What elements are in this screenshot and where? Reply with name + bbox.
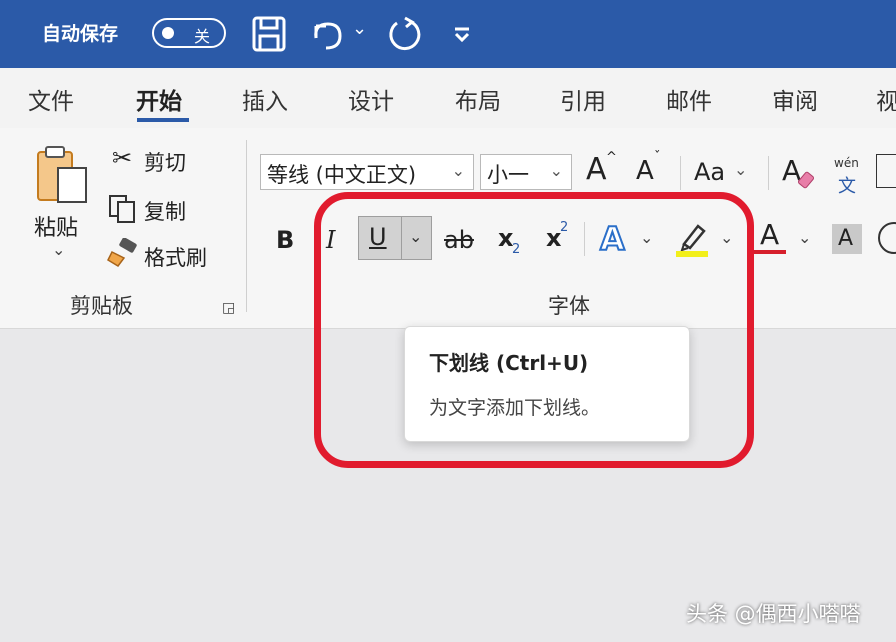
chevron-down-icon[interactable]: ⌄: [798, 228, 811, 247]
group-separator: [768, 156, 769, 190]
bold-button[interactable]: B: [276, 226, 294, 254]
font-size-combo[interactable]: 小一 ⌄: [480, 154, 572, 190]
save-icon[interactable]: [252, 16, 286, 52]
cut-button[interactable]: 剪切: [144, 147, 186, 177]
chevron-down-icon: ⌄: [549, 161, 563, 180]
tab-home[interactable]: 开始: [136, 82, 182, 116]
tab-view[interactable]: 视: [876, 82, 896, 116]
tab-references[interactable]: 引用: [560, 82, 606, 116]
copy-button[interactable]: 复制: [144, 196, 186, 226]
underline-tooltip: 下划线 (Ctrl+U) 为文字添加下划线。: [404, 326, 690, 442]
tooltip-title: 下划线 (Ctrl+U): [429, 351, 589, 375]
eraser-icon: [798, 171, 815, 189]
font-size-value: 小一: [487, 163, 529, 187]
paste-icon[interactable]: [34, 144, 90, 206]
group-separator: [246, 140, 247, 312]
group-separator: [680, 156, 681, 190]
scissors-icon[interactable]: ✂: [112, 144, 132, 172]
font-name-value: 等线 (中文正文): [267, 163, 417, 187]
phonetic-guide-icon[interactable]: 文: [838, 172, 856, 198]
autosave-label: 自动保存: [42, 23, 119, 45]
tab-layout[interactable]: 布局: [455, 82, 501, 116]
dialog-launcher-icon[interactable]: ◲: [222, 300, 235, 316]
font-color-bar: [754, 250, 786, 254]
shrink-caret-icon: ˇ: [654, 150, 661, 165]
character-shading-button[interactable]: A: [832, 224, 862, 254]
shrink-font-icon[interactable]: A: [636, 156, 654, 186]
title-bar: 自动保存 关 ⌄: [0, 0, 896, 68]
customize-quick-access-icon[interactable]: [452, 26, 472, 42]
tab-insert[interactable]: 插入: [242, 82, 288, 116]
tab-file[interactable]: 文件: [28, 82, 74, 116]
font-color-icon[interactable]: A: [760, 218, 779, 251]
paste-label[interactable]: 粘贴: [34, 210, 78, 242]
copy-icon[interactable]: [108, 194, 138, 224]
redo-icon[interactable]: [385, 14, 425, 54]
active-tab-indicator: [137, 118, 189, 122]
phonetic-guide-top[interactable]: wén: [834, 156, 859, 170]
grow-caret-icon: ^: [606, 150, 617, 165]
grow-font-icon[interactable]: A: [586, 152, 607, 187]
undo-icon[interactable]: [308, 16, 348, 52]
ribbon-tabs: 文件 开始 插入 设计 布局 引用 邮件 审阅 视: [0, 68, 896, 128]
shading-glyph: A: [838, 226, 854, 251]
format-painter-button[interactable]: 格式刷: [144, 242, 207, 272]
tab-mailings[interactable]: 邮件: [666, 82, 712, 116]
toggle-knob: [162, 27, 174, 39]
format-painter-icon[interactable]: [106, 238, 140, 268]
tab-review[interactable]: 审阅: [772, 82, 818, 116]
autosave-toggle[interactable]: 关: [152, 18, 226, 48]
chevron-down-icon: ⌄: [451, 161, 465, 180]
clipboard-group-label: 剪贴板: [70, 294, 133, 318]
paste-dropdown-icon[interactable]: ⌄: [52, 240, 65, 259]
character-border-icon[interactable]: [876, 154, 896, 188]
undo-dropdown-icon[interactable]: ⌄: [352, 18, 367, 39]
watermark: 头条 @偶西小嗒嗒: [686, 602, 861, 626]
chevron-down-icon[interactable]: ⌄: [734, 160, 747, 179]
tooltip-description: 为文字添加下划线。: [429, 397, 601, 419]
autosave-state: 关: [194, 27, 211, 46]
tab-design[interactable]: 设计: [348, 82, 394, 116]
change-case-button[interactable]: Aa: [694, 158, 725, 186]
font-name-combo[interactable]: 等线 (中文正文) ⌄: [260, 154, 474, 190]
